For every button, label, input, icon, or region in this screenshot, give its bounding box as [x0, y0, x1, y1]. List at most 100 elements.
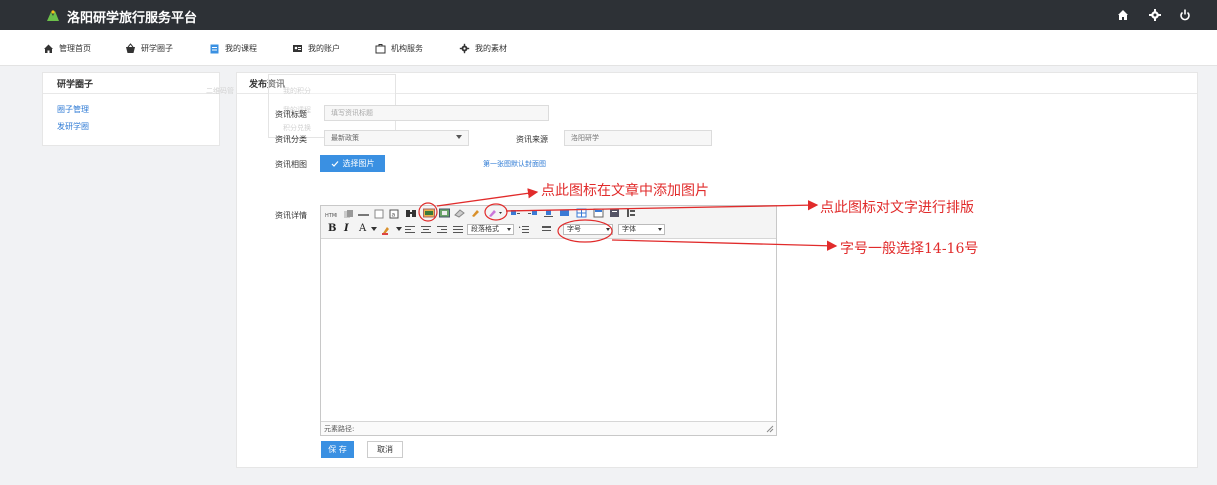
- main-nav: 管理首页 研学圈子 我的课程 我的账户 机构服务 我的素材: [0, 30, 1217, 66]
- align-center-icon[interactable]: [421, 225, 431, 235]
- category-label: 资讯分类: [275, 135, 307, 144]
- rich-text-editor: HTML a B I A 段落格式: [320, 205, 777, 436]
- template-icon[interactable]: [593, 208, 604, 218]
- gear-icon[interactable]: [1148, 8, 1162, 22]
- html-source-icon[interactable]: HTML: [325, 210, 337, 220]
- choose-image-button[interactable]: 选择图片: [320, 155, 385, 172]
- annotation-layout-tip: 点此图标对文字进行排版: [820, 200, 974, 216]
- editor-status-bar: 元素路径:: [321, 421, 776, 435]
- editor-content-area[interactable]: [321, 239, 776, 421]
- preview-icon[interactable]: a: [389, 209, 399, 219]
- chevron-down-icon[interactable]: [371, 227, 377, 231]
- ghost-item: 我的积分: [283, 87, 311, 95]
- nav-item-service[interactable]: 机构服务: [375, 41, 423, 55]
- sidebar-title: 研学圈子: [57, 80, 94, 90]
- align-left-image-icon[interactable]: [510, 208, 521, 218]
- nav-label: 机构服务: [391, 43, 423, 53]
- detail-label: 资讯详情: [275, 211, 307, 220]
- nav-label: 我的账户: [308, 43, 340, 53]
- image-none-icon[interactable]: [559, 208, 570, 218]
- align-left-icon[interactable]: [405, 225, 415, 235]
- editor-toolbar: HTML a B I A 段落格式: [321, 206, 776, 239]
- sidebar-item-post-circle[interactable]: 发研学圈: [57, 121, 89, 132]
- id-card-icon: [293, 44, 302, 52]
- paragraph-spacing-icon[interactable]: [542, 225, 556, 235]
- chevron-down-icon: [606, 228, 610, 231]
- resize-grip-icon[interactable]: [766, 425, 774, 433]
- sidebar: 研学圈子 圈子管理 发研学圈: [42, 72, 220, 146]
- table-icon[interactable]: [576, 208, 587, 218]
- source-input[interactable]: 洛阳研学: [564, 130, 712, 146]
- chevron-down-icon[interactable]: [396, 227, 402, 231]
- nav-item-course[interactable]: 我的课程: [209, 41, 257, 55]
- pagebreak-icon[interactable]: [358, 210, 369, 220]
- choose-image-label: 选择图片: [342, 159, 375, 168]
- paragraph-format-select[interactable]: 段落格式: [467, 224, 514, 235]
- clipboard-icon: [210, 44, 219, 53]
- cover-hint: 第一张图默认封面图: [483, 160, 546, 168]
- find-replace-icon[interactable]: [405, 208, 417, 218]
- source-label: 资讯来源: [516, 135, 548, 144]
- eraser-icon[interactable]: [454, 208, 465, 218]
- help-icon[interactable]: [625, 208, 636, 218]
- nav-label: 研学圈子: [141, 43, 173, 53]
- font-size-value: 字号: [567, 225, 581, 233]
- power-icon[interactable]: [1178, 8, 1192, 22]
- typeset-icon[interactable]: [487, 208, 503, 218]
- font-family-select[interactable]: 字体: [618, 224, 665, 235]
- annotation-fontsize-tip: 字号一般选择14-16号: [840, 241, 979, 257]
- nav-label: 我的素材: [475, 43, 507, 53]
- align-right-icon[interactable]: [437, 225, 447, 235]
- drafts-icon[interactable]: [609, 208, 620, 218]
- align-right-image-icon[interactable]: [527, 208, 538, 218]
- bold-icon[interactable]: B: [328, 223, 336, 235]
- insert-image-icon[interactable]: [423, 208, 435, 218]
- home-icon: [44, 44, 53, 53]
- paragraph-format-value: 段落格式: [471, 225, 499, 233]
- font-family-value: 字体: [622, 225, 636, 233]
- thumb-label: 资讯相图: [275, 160, 307, 169]
- highlight-icon[interactable]: [381, 225, 393, 235]
- nav-item-material[interactable]: 我的素材: [459, 41, 507, 55]
- format-brush-icon[interactable]: [470, 208, 481, 218]
- new-doc-icon[interactable]: [374, 209, 384, 219]
- svg-text:a: a: [392, 212, 396, 219]
- ghost-item: 积分兑换: [283, 124, 311, 132]
- nav-item-circle[interactable]: 研学圈子: [125, 41, 173, 55]
- save-button[interactable]: 保 存: [321, 441, 354, 458]
- home-icon[interactable]: [1116, 8, 1130, 22]
- element-path-label: 元素路径:: [324, 425, 355, 433]
- svg-text:HTML: HTML: [325, 213, 337, 219]
- title-label: 资讯标题: [275, 110, 307, 119]
- chevron-down-icon: [507, 228, 511, 231]
- title-input[interactable]: 填写资讯标题: [324, 105, 549, 121]
- nav-label: 管理首页: [59, 43, 91, 53]
- top-bar: 洛阳研学旅行服务平台: [0, 0, 1217, 30]
- cancel-button[interactable]: 取消: [367, 441, 403, 458]
- multi-image-icon[interactable]: [439, 208, 450, 218]
- font-size-select[interactable]: 字号: [563, 224, 613, 235]
- sidebar-item-circle-manage[interactable]: 圈子管理: [57, 104, 89, 115]
- briefcase-icon: [375, 43, 386, 53]
- divider: [43, 93, 219, 94]
- paste-icon[interactable]: [343, 209, 354, 219]
- line-height-icon[interactable]: [518, 225, 532, 235]
- nav-item-home[interactable]: 管理首页: [43, 41, 91, 55]
- align-justify-icon[interactable]: [453, 225, 463, 235]
- category-value: 最新政策: [331, 134, 359, 142]
- gear-icon: [459, 43, 470, 53]
- image-center-icon[interactable]: [543, 208, 554, 218]
- chevron-down-icon: [658, 228, 662, 231]
- site-title: 洛阳研学旅行服务平台: [67, 11, 198, 26]
- basket-icon: [126, 42, 135, 53]
- category-select[interactable]: 最新政策: [324, 130, 469, 146]
- logo-icon: [47, 10, 59, 21]
- annotation-image-tip: 点此图标在文章中添加图片: [541, 183, 709, 199]
- nav-label: 我的课程: [225, 43, 257, 53]
- italic-icon[interactable]: I: [344, 223, 349, 235]
- chevron-down-icon: [456, 135, 462, 139]
- font-color-icon[interactable]: A: [359, 223, 366, 235]
- nav-item-account[interactable]: 我的账户: [292, 41, 340, 55]
- ghost-item: 二维码管: [206, 87, 234, 95]
- check-icon: [331, 160, 338, 167]
